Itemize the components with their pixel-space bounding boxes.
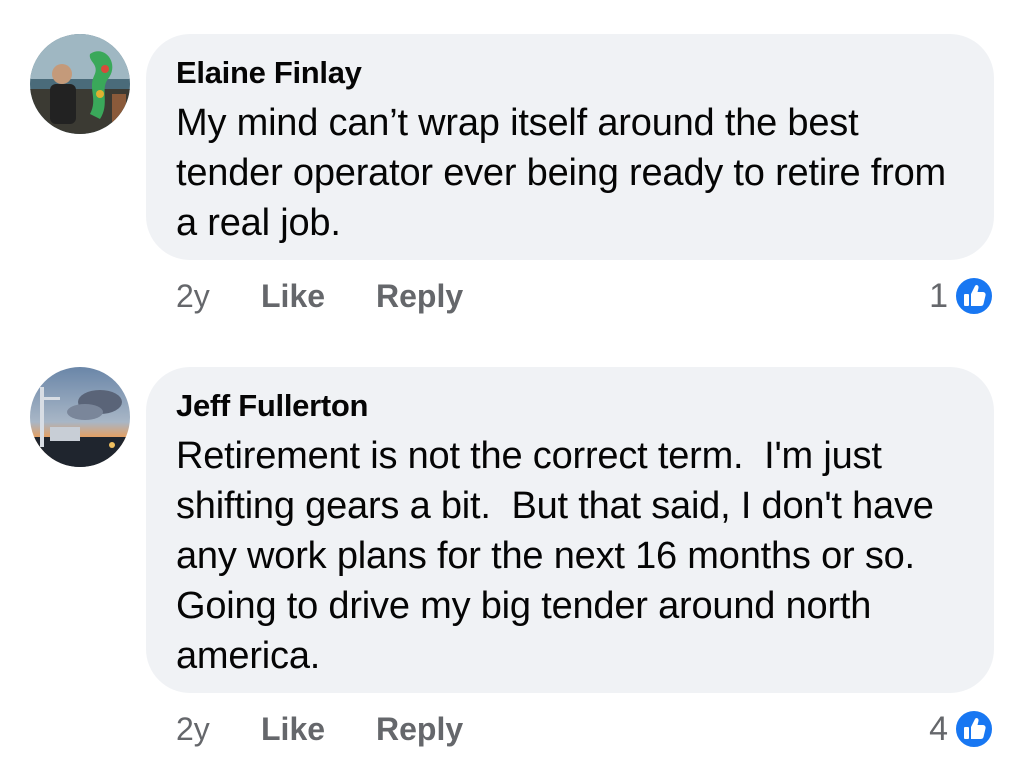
comment-bubble: Jeff Fullerton Retirement is not the cor… <box>146 367 994 693</box>
timestamp[interactable]: 2y <box>176 709 210 749</box>
comment-text: Retirement is not the correct term. I'm … <box>176 435 945 677</box>
reaction-summary[interactable]: 4 <box>929 707 994 751</box>
thumbs-up-icon <box>954 709 994 749</box>
reply-button[interactable]: Reply <box>376 709 463 749</box>
avatar[interactable] <box>30 367 130 467</box>
comment-actions: 2y Like Reply <box>176 709 576 749</box>
like-button[interactable]: Like <box>261 709 325 749</box>
comment: Jeff Fullerton Retirement is not the cor… <box>0 0 1024 783</box>
reaction-count: 4 <box>929 710 948 748</box>
avatar-photo <box>30 367 130 467</box>
author-name[interactable]: Jeff Fullerton <box>176 389 964 423</box>
